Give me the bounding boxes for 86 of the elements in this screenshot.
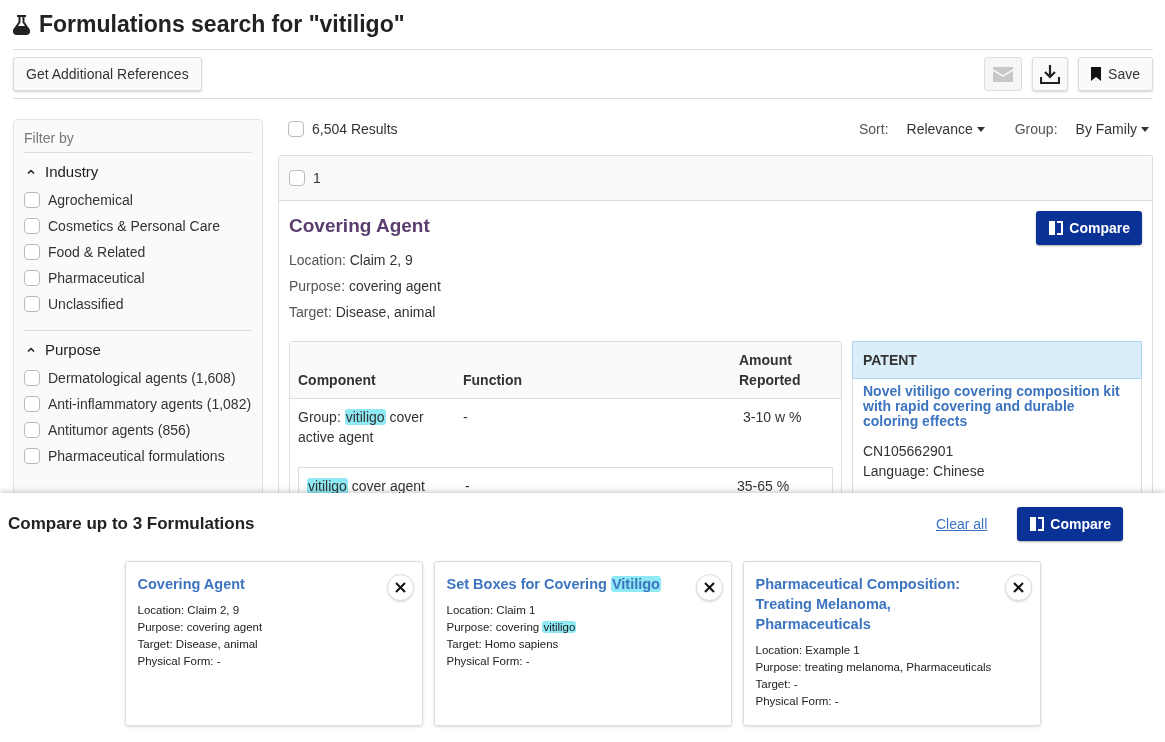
table-cell-text: Group: vitiligo cover active agent [298, 408, 425, 447]
filter-option-label: Dermatological agents (1,608) [48, 370, 236, 387]
table-cell-text: 35-65 % [737, 477, 791, 493]
download-button[interactable] [1032, 57, 1069, 91]
page-title: Formulations search for "vitiligo" [39, 11, 405, 38]
compare-button[interactable]: Compare [1017, 506, 1123, 541]
group-dropdown[interactable]: By Family [1075, 121, 1149, 137]
close-icon [703, 582, 715, 593]
filter-section-title: Purpose [45, 341, 101, 358]
card-detail: Location: Example 1 [755, 643, 861, 658]
formulation-title[interactable]: Covering Agent [289, 215, 430, 237]
card-detail: Purpose: treating melanoma, Pharmaceuticals [755, 660, 993, 675]
formulation-field: Purpose: covering agent [289, 273, 1142, 299]
chevron-up-icon [27, 169, 35, 174]
download-icon [1040, 64, 1061, 84]
checkbox[interactable] [24, 296, 40, 312]
filter-option-label: Pharmaceutical formulations [48, 448, 225, 465]
chevron-up-icon [27, 347, 35, 352]
save-button[interactable]: Save [1078, 57, 1153, 91]
card-detail: Purpose: covering agent [137, 620, 264, 635]
patent-number: CN105662901 [863, 442, 955, 461]
sort-label: Sort: [859, 121, 889, 137]
caret-down-icon [976, 126, 985, 132]
clear-all-link[interactable]: Clear all [935, 515, 988, 532]
filter-option-label: Pharmaceutical [48, 270, 145, 287]
filter-heading: Filter by [24, 130, 252, 153]
column-header: Component [298, 371, 377, 390]
checkbox[interactable] [24, 448, 40, 464]
table-cell-text: - [463, 408, 469, 427]
column-header: Amount Reported [739, 351, 802, 390]
patent-heading: PATENT [852, 341, 1142, 379]
filter-section-title: Industry [45, 163, 99, 180]
card-detail: Physical Form: - [137, 654, 222, 669]
get-references-button[interactable]: Get Additional References [13, 57, 202, 91]
table-cell-text: 3-10 w % [743, 408, 803, 427]
checkbox[interactable] [24, 270, 40, 286]
group-label: Group: [1014, 121, 1058, 137]
compare-button[interactable]: Compare [1036, 211, 1142, 245]
filter-option-label: Food & Related [48, 244, 146, 261]
card-title-link[interactable]: Pharmaceutical Composition: Treating Melanoma, Pharmaceuticals [755, 574, 1003, 634]
card-detail: Physical Form: - [755, 694, 840, 709]
card-detail: Physical Form: - [446, 654, 531, 669]
card-detail: Target: Homo sapiens [446, 637, 560, 652]
patent-title-link[interactable]: Novel vitiligo covering composition kit with rapid covering and durable coloring effects [863, 384, 1131, 429]
checkbox[interactable] [289, 170, 305, 186]
card-detail: Location: Claim 1 [446, 603, 537, 618]
card-title-link[interactable]: Covering Agent [137, 574, 385, 594]
checkbox[interactable] [24, 370, 40, 386]
formulation-field: Location: Claim 2, 9 [289, 247, 1142, 273]
formulation-field: Target: Disease, animal [289, 299, 1142, 325]
results-count: 6,504 Results [312, 121, 398, 137]
filter-option-label: Agrochemical [48, 192, 133, 209]
bookmark-icon [1091, 67, 1102, 81]
card-detail: Location: Claim 2, 9 [137, 603, 241, 618]
checkbox[interactable] [288, 121, 304, 137]
envelope-icon [993, 66, 1014, 82]
filter-section-toggle[interactable]: Industry [27, 163, 252, 180]
filter-section-toggle[interactable]: Purpose [27, 341, 252, 358]
filter-option-label: Anti-inflammatory agents (1,082) [48, 396, 252, 413]
compare-panel-title: Compare up to 3 Formulations [8, 513, 255, 534]
card-detail: Target: Disease, animal [137, 637, 259, 652]
table-cell-text: - [465, 477, 471, 493]
columns-icon [1048, 221, 1065, 235]
checkbox[interactable] [24, 218, 40, 234]
close-button[interactable] [695, 574, 723, 601]
close-icon [394, 582, 406, 593]
card-detail: Target: - [755, 677, 799, 692]
sort-dropdown[interactable]: Relevance [906, 121, 985, 137]
checkbox[interactable] [24, 422, 40, 438]
close-icon [1012, 582, 1024, 593]
checkbox[interactable] [24, 192, 40, 208]
close-button[interactable] [386, 574, 414, 601]
filter-option-label: Cosmetics & Personal Care [48, 218, 220, 235]
column-header: Function [463, 371, 524, 390]
checkbox[interactable] [24, 396, 40, 412]
card-detail: Purpose: covering vitiligo [446, 620, 578, 635]
caret-down-icon [1141, 126, 1149, 132]
card-title-link[interactable]: Set Boxes for Covering Vitiligo [446, 574, 694, 594]
flask-icon [13, 14, 30, 35]
columns-icon [1029, 516, 1046, 531]
patent-language: Language: Chinese [863, 462, 986, 481]
filter-option-label: Antitumor agents (856) [48, 422, 191, 439]
family-number: 1 [313, 170, 321, 186]
checkbox[interactable] [24, 244, 40, 260]
filter-option-label: Unclassified [48, 296, 124, 313]
close-button[interactable] [1004, 574, 1032, 601]
